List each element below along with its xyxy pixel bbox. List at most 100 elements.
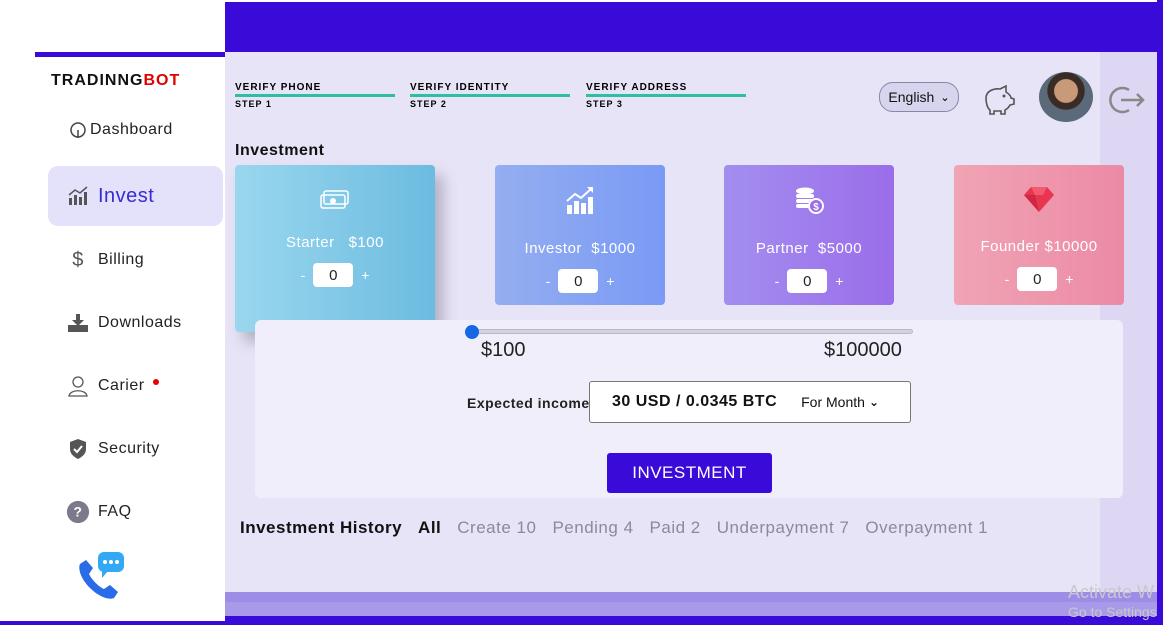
filter-all[interactable]: All: [418, 518, 441, 538]
brand-logo[interactable]: TRADINNGBOT: [51, 72, 180, 90]
sidebar-item-label: FAQ: [98, 503, 132, 520]
sidebar-item-billing[interactable]: $ Billing: [48, 230, 223, 290]
step-sub: STEP 2: [410, 99, 447, 109]
slider-min-label: $100: [481, 339, 526, 361]
sidebar-item-invest[interactable]: Invest: [48, 166, 223, 226]
left-bottom-line: [0, 621, 225, 625]
notification-dot: [152, 379, 159, 385]
minus-button[interactable]: -: [546, 273, 551, 289]
question-icon: ?: [66, 500, 90, 524]
filter-create[interactable]: Create 10: [457, 518, 536, 538]
period-value: For Month: [801, 394, 865, 410]
investment-button[interactable]: INVESTMENT: [607, 453, 772, 493]
diamond-icon: [1023, 185, 1055, 218]
history-title: Investment History: [240, 518, 403, 537]
right-border: [1157, 0, 1163, 625]
plan-label: Starter $100: [286, 234, 384, 251]
sidebar-item-label: Billing: [98, 251, 145, 268]
step-verify-phone[interactable]: VERIFY PHONE STEP 1: [235, 82, 395, 109]
chart-icon: [66, 184, 90, 208]
step-progress-line: [235, 94, 395, 97]
dollar-icon: $: [72, 248, 84, 271]
sidebar-item-label: Invest: [98, 184, 155, 207]
top-bar: [225, 2, 1157, 52]
step-sub: STEP 1: [235, 99, 272, 109]
plus-button[interactable]: +: [606, 273, 614, 289]
sidebar-item-security[interactable]: Security: [48, 419, 223, 479]
sidebar-item-label: Dashboard: [90, 121, 173, 138]
avatar[interactable]: [1039, 72, 1093, 122]
step-title: VERIFY PHONE: [235, 82, 322, 93]
sidebar-item-faq[interactable]: ? FAQ: [48, 482, 223, 542]
investment-history-bar: Investment History All Create 10 Pending…: [240, 518, 988, 538]
watermark-line2: Go to Settings: [1068, 604, 1157, 620]
brand-part1: TRADINNG: [51, 72, 144, 89]
coins-icon: $: [793, 185, 825, 220]
language-value: English: [888, 89, 935, 105]
quantity-value[interactable]: 0: [313, 263, 354, 287]
amount-slider-handle[interactable]: [465, 325, 479, 339]
minus-button[interactable]: -: [775, 273, 780, 289]
quantity-stepper[interactable]: - 0 +: [1005, 267, 1073, 291]
sidebar-item-carier[interactable]: Carier: [48, 356, 223, 416]
plus-button[interactable]: +: [835, 273, 843, 289]
language-select[interactable]: English ⌄: [879, 82, 959, 112]
chevron-down-icon: ⌄: [940, 91, 950, 104]
plan-card-founder[interactable]: Founder $10000 - 0 +: [954, 165, 1124, 305]
filter-overpayment[interactable]: Overpayment 1: [865, 518, 988, 538]
period-select[interactable]: For Month ⌄: [801, 394, 879, 410]
cash-icon: [319, 189, 351, 216]
quantity-stepper[interactable]: - 0 +: [775, 269, 843, 293]
plus-button[interactable]: +: [1065, 271, 1073, 287]
shield-icon: [66, 437, 90, 461]
minus-button[interactable]: -: [1005, 271, 1010, 287]
sidebar-item-downloads[interactable]: Downloads: [48, 293, 223, 353]
brand-part2: BOT: [143, 72, 181, 89]
step-progress-line: [410, 94, 570, 97]
user-icon: [66, 374, 90, 398]
quantity-stepper[interactable]: - 0 +: [301, 263, 369, 287]
slider-max-label: $100000: [824, 339, 902, 361]
expected-income-value: 30 USD / 0.0345 BTC: [612, 393, 778, 410]
step-title: VERIFY ADDRESS: [586, 82, 688, 93]
plan-label: Partner $5000: [755, 240, 863, 257]
app-frame: TRADINNGBOT Dashboard Invest $ Billing D…: [0, 0, 1163, 625]
expected-income-box: 30 USD / 0.0345 BTC For Month ⌄: [589, 381, 911, 423]
quantity-value[interactable]: 0: [787, 269, 828, 293]
step-sub: STEP 3: [586, 99, 623, 109]
download-icon: [66, 311, 90, 335]
plan-label: Founder $10000: [980, 238, 1098, 255]
growth-chart-icon: [565, 185, 595, 220]
svg-text:?: ?: [74, 504, 83, 520]
minus-button[interactable]: -: [301, 267, 306, 283]
filter-pending[interactable]: Pending 4: [552, 518, 633, 538]
bottom-bar: [225, 592, 1157, 602]
quantity-value[interactable]: 0: [1017, 267, 1058, 291]
plan-card-partner[interactable]: $ Partner $5000 - 0 +: [724, 165, 894, 305]
sidebar-item-label: Carier: [98, 377, 145, 394]
sidebar-item-label: Downloads: [98, 314, 182, 331]
logout-icon[interactable]: [1107, 84, 1147, 116]
step-title: VERIFY IDENTITY: [410, 82, 510, 93]
phone-chat-icon[interactable]: [72, 550, 128, 606]
filter-paid[interactable]: Paid 2: [650, 518, 701, 538]
dashboard-icon: [66, 118, 90, 142]
sidebar-item-label: Security: [98, 440, 160, 457]
step-progress-line: [586, 94, 746, 97]
step-verify-identity[interactable]: VERIFY IDENTITY STEP 2: [410, 82, 570, 109]
plan-label: Investor $1000: [524, 240, 636, 257]
quantity-stepper[interactable]: - 0 +: [546, 269, 614, 293]
chevron-down-icon: ⌄: [868, 395, 879, 409]
sidebar-item-dashboard[interactable]: Dashboard: [48, 100, 223, 160]
plan-card-investor[interactable]: Investor $1000 - 0 +: [495, 165, 665, 305]
amount-slider-track[interactable]: [470, 329, 913, 334]
expected-income-label: Expected income: [467, 395, 590, 411]
step-verify-address[interactable]: VERIFY ADDRESS STEP 3: [586, 82, 746, 109]
piggy-bank-icon[interactable]: [980, 80, 1016, 116]
filter-underpayment[interactable]: Underpayment 7: [717, 518, 850, 538]
activation-watermark: Activate W Go to Settings: [1068, 582, 1157, 622]
quantity-value[interactable]: 0: [558, 269, 599, 293]
sidebar-top-line: [35, 52, 225, 57]
plan-card-starter[interactable]: Starter $100 - 0 +: [235, 165, 435, 332]
plus-button[interactable]: +: [361, 267, 369, 283]
